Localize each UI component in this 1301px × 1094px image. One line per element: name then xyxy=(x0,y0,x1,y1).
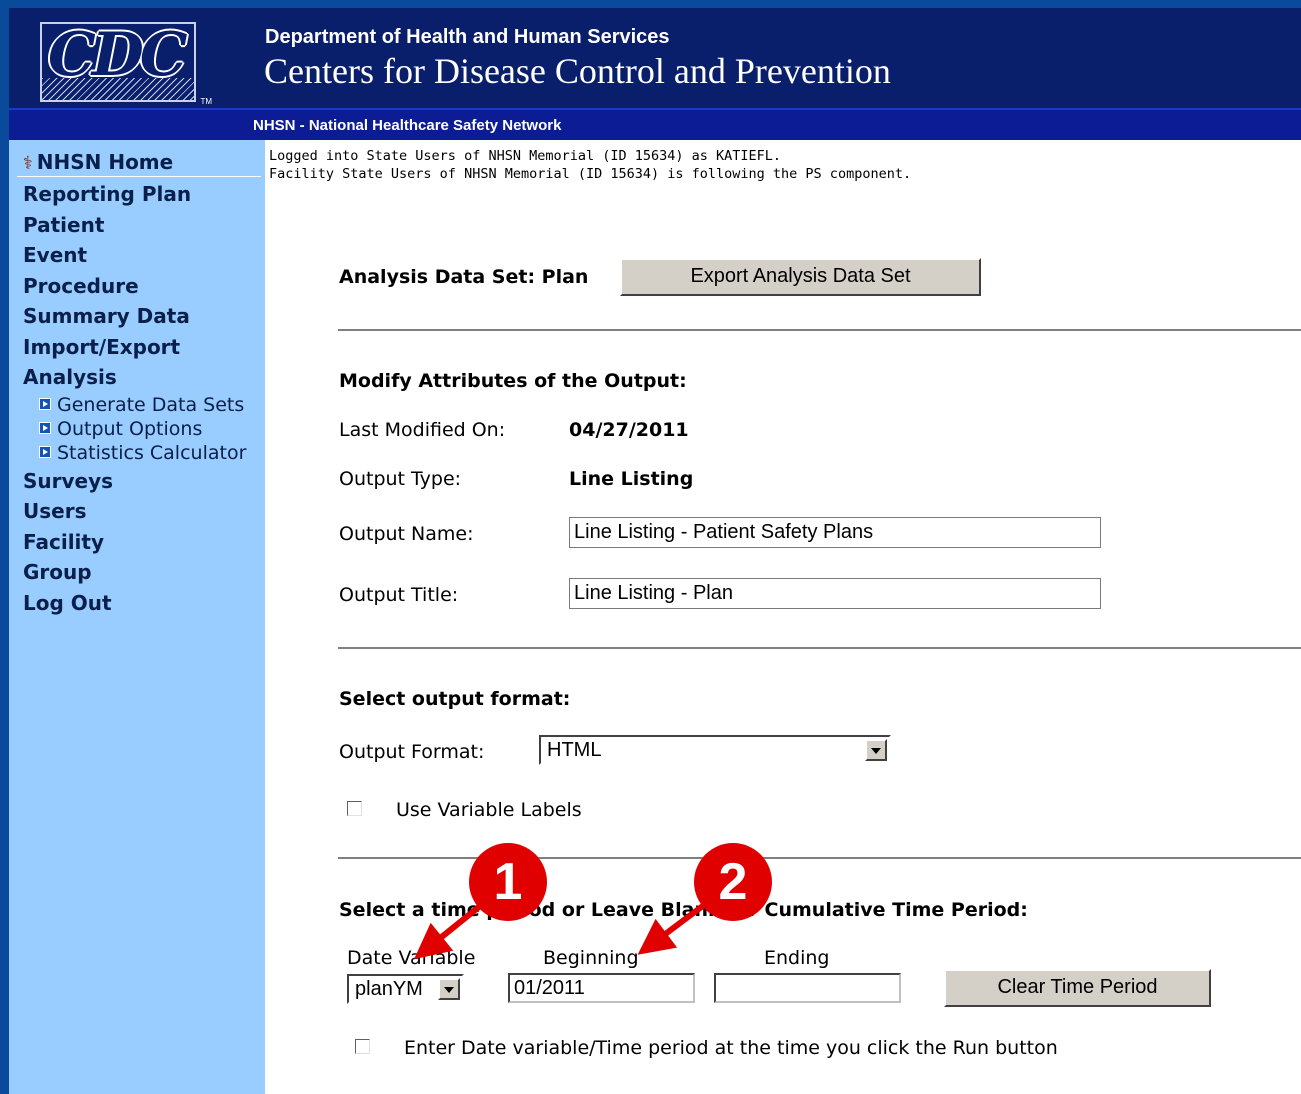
cdc-logo[interactable]: CDC TM xyxy=(40,20,212,106)
login-status: Logged into State Users of NHSN Memorial… xyxy=(269,147,911,183)
date-variable-label: Date Variable xyxy=(347,947,476,969)
chevron-down-icon[interactable] xyxy=(438,978,460,1000)
format-heading: Select output format: xyxy=(339,688,571,710)
logo-text: CDC xyxy=(48,20,188,90)
callout-badge-1: 1 xyxy=(469,843,547,921)
sidebar-subitem-label: Statistics Calculator xyxy=(57,442,247,464)
attributes-heading: Modify Attributes of the Output: xyxy=(339,370,687,392)
beginning-label: Beginning xyxy=(543,947,639,969)
output-title-field[interactable]: Line Listing - Plan xyxy=(569,578,1101,609)
sidebar-item-patient[interactable]: Patient xyxy=(23,213,104,237)
use-variable-labels-label: Use Variable Labels xyxy=(396,799,582,821)
sidebar-item-surveys[interactable]: Surveys xyxy=(23,469,113,493)
agency-name: Centers for Disease Control and Preventi… xyxy=(264,51,891,91)
output-type-value: Line Listing xyxy=(569,468,694,490)
sidebar-item-home[interactable]: ⚕ NHSN Home xyxy=(23,150,173,174)
window-frame-top xyxy=(0,0,1301,8)
sidebar-item-event[interactable]: Event xyxy=(23,243,87,267)
sidebar-item-import-export[interactable]: Import/Export xyxy=(23,335,180,359)
date-variable-value: planYM xyxy=(355,978,423,1000)
logo-trademark: TM xyxy=(200,97,212,106)
sidebar-subitem-label: Output Options xyxy=(57,418,203,440)
site-header: CDC TM Department of Health and Human Se… xyxy=(9,8,1301,108)
sidebar-item-summary-data[interactable]: Summary Data xyxy=(23,304,190,328)
login-line: Logged into State Users of NHSN Memorial… xyxy=(269,148,782,164)
sidebar-subitem-label: Generate Data Sets xyxy=(57,394,245,416)
run-time-entry-checkbox[interactable] xyxy=(355,1039,370,1054)
network-bar: NHSN - National Healthcare Safety Networ… xyxy=(9,108,1301,140)
clear-time-period-button[interactable]: Clear Time Period xyxy=(944,969,1211,1007)
chevron-down-icon[interactable] xyxy=(865,739,887,761)
arrow-bullet-icon xyxy=(39,422,51,434)
network-title: NHSN - National Healthcare Safety Networ… xyxy=(253,117,562,134)
department-name: Department of Health and Human Services xyxy=(265,26,670,48)
output-type-label: Output Type: xyxy=(339,468,462,490)
date-variable-select[interactable]: planYM xyxy=(347,974,464,1004)
sidebar-item-facility[interactable]: Facility xyxy=(23,530,104,554)
export-dataset-button[interactable]: Export Analysis Data Set xyxy=(620,258,981,296)
caduceus-icon: ⚕ xyxy=(23,153,33,174)
sidebar-subitem-output-options[interactable]: Output Options xyxy=(39,418,202,440)
arrow-bullet-icon xyxy=(39,398,51,410)
sidebar-item-users[interactable]: Users xyxy=(23,499,86,523)
ending-field[interactable] xyxy=(714,973,901,1003)
sidebar-item-procedure[interactable]: Procedure xyxy=(23,274,139,298)
output-format-select[interactable]: HTML xyxy=(539,735,891,765)
facility-line: Facility State Users of NHSN Memorial (I… xyxy=(269,166,912,182)
use-variable-labels-checkbox[interactable] xyxy=(347,801,362,816)
sidebar-subitem-generate-data-sets[interactable]: Generate Data Sets xyxy=(39,394,244,416)
output-name-label: Output Name: xyxy=(339,523,474,545)
main-content: Logged into State Users of NHSN Memorial… xyxy=(265,140,1301,1094)
output-format-value: HTML xyxy=(547,739,602,761)
divider xyxy=(338,647,1301,649)
sidebar-item-log-out[interactable]: Log Out xyxy=(23,591,112,615)
ending-label: Ending xyxy=(764,947,830,969)
divider xyxy=(338,329,1301,331)
dataset-label: Analysis Data Set: Plan xyxy=(339,266,589,288)
beginning-field[interactable]: 01/2011 xyxy=(508,973,695,1003)
arrow-bullet-icon xyxy=(39,446,51,458)
output-title-label: Output Title: xyxy=(339,584,459,606)
output-name-field[interactable]: Line Listing - Patient Safety Plans xyxy=(569,517,1101,548)
sidebar-item-reporting-plan[interactable]: Reporting Plan xyxy=(23,182,191,206)
sidebar-divider xyxy=(17,176,261,177)
sidebar-item-analysis[interactable]: Analysis xyxy=(23,365,117,389)
last-modified-label: Last Modified On: xyxy=(339,419,506,441)
window-frame-left xyxy=(0,0,9,1094)
sidebar-item-group[interactable]: Group xyxy=(23,560,92,584)
time-period-heading: Select a time period or Leave Blank for … xyxy=(339,899,1028,921)
sidebar-nav: ⚕ NHSN Home Reporting Plan Patient Event … xyxy=(9,140,265,1094)
callout-badge-2: 2 xyxy=(694,843,772,921)
sidebar-item-label: NHSN Home xyxy=(36,150,174,174)
last-modified-value: 04/27/2011 xyxy=(569,419,689,441)
sidebar-subitem-statistics-calculator[interactable]: Statistics Calculator xyxy=(39,442,246,464)
run-time-entry-label: Enter Date variable/Time period at the t… xyxy=(404,1037,1058,1059)
output-format-label: Output Format: xyxy=(339,741,485,763)
